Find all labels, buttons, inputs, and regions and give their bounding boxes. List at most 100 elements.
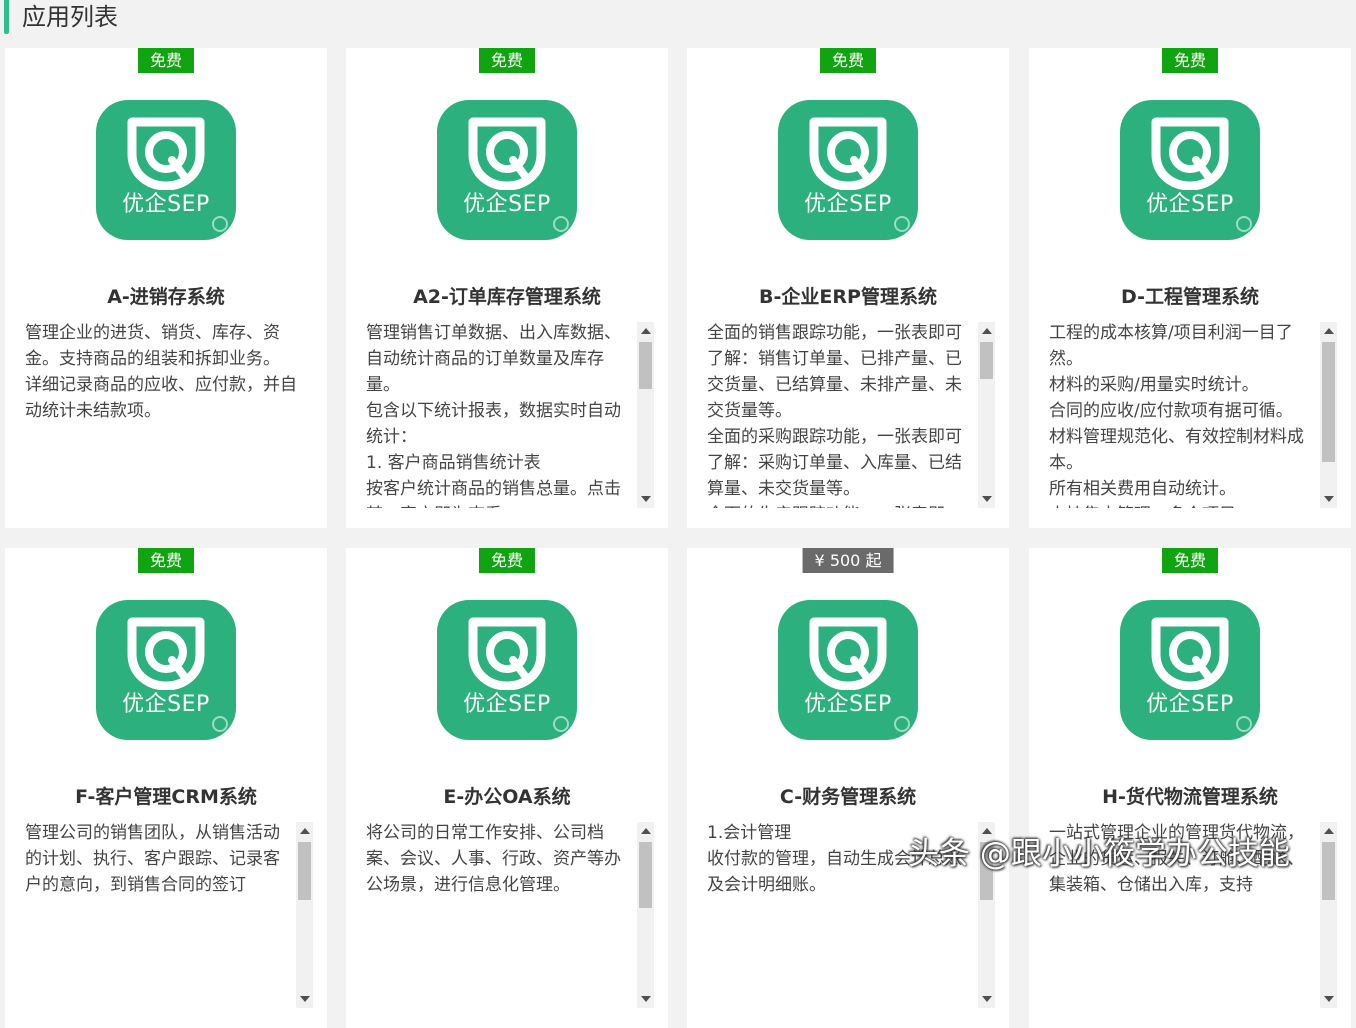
logo-text: 优企SEP (1146, 192, 1234, 217)
app-logo-icon (809, 617, 887, 690)
app-description: 工程的成本核算/项目利润一目了然。材料的采购/用量实时统计。合同的应收/应付款项… (1049, 320, 1311, 508)
scroll-down-arrow-icon[interactable] (300, 996, 310, 1002)
watermark-circle-icon (553, 716, 569, 732)
app-description: 管理企业的进货、销货、库存、资金。支持商品的组装和拆卸业务。 详细记录商品的应收、… (25, 320, 307, 424)
app-card[interactable]: 免费 优企SEP H-货代物流管理系统 一站式管理企业的管理货代物流，企业的货运、报关… (1029, 548, 1351, 1028)
watermark-circle-icon (212, 216, 228, 232)
scrollbar-thumb[interactable] (639, 342, 652, 389)
scrollbar-thumb[interactable] (1322, 842, 1335, 900)
description-scrollbar[interactable] (637, 822, 654, 1008)
description-line: 管理企业的进货、销货、库存、资金。支持商品的组装和拆卸业务。 (25, 323, 280, 369)
watermark-circle-icon (894, 716, 910, 732)
app-logo[interactable]: 优企SEP (778, 600, 918, 740)
app-title[interactable]: C-财务管理系统 (687, 782, 1009, 809)
app-card[interactable]: ¥ 500 起优企SEP C-财务管理系统 1.会计管理 收付款的管理，自动生成会计总… (687, 548, 1009, 1028)
app-description-box[interactable]: 全面的销售跟踪功能，一张表即可了解：销售订单量、已排产量、已交货量、已结算量、未… (707, 320, 999, 508)
app-card[interactable]: 免费优企SEP F-客户管理CRM系统管理公司的销售团队，从销售活动的计划、执行、… (5, 548, 327, 1028)
scroll-up-arrow-icon[interactable] (641, 328, 651, 334)
app-logo[interactable]: 优企SEP (1120, 100, 1260, 240)
scrollbar-thumb[interactable] (639, 842, 652, 908)
app-card[interactable]: 免费 优企SEP D-工程管理系统 工程的成本核算/项目利润一目了然。 材料的采购/用量… (1029, 48, 1351, 528)
free-badge: 免费 (478, 48, 536, 73)
app-description: 管理销售订单数据、出入库数据、自动统计商品的订单数量及库存量。包含以下统计报表，… (366, 320, 628, 508)
app-logo-icon (1151, 117, 1229, 190)
scroll-down-arrow-icon[interactable] (1324, 496, 1334, 502)
app-logo[interactable]: 优企SEP (96, 600, 236, 740)
app-description-box[interactable]: 将公司的日常工作安排、公司档案、会议、人事、行政、资产等办公场景，进行信息化管理… (366, 820, 658, 1008)
scroll-up-arrow-icon[interactable] (300, 828, 310, 834)
app-title[interactable]: D-工程管理系统 (1029, 282, 1351, 309)
watermark-circle-icon (1236, 216, 1252, 232)
description-line: 1. 客户商品销售统计表 (366, 453, 541, 473)
description-line: 按客户统计商品的销售总量。点击某一客户即为查看 (366, 479, 621, 508)
watermark-circle-icon (1236, 716, 1252, 732)
logo-text: 优企SEP (122, 692, 210, 717)
app-description-box[interactable]: 管理公司的销售团队，从销售活动的计划、执行、客户跟踪、记录客户的意向，到销售合同… (25, 820, 317, 1008)
app-logo[interactable]: 优企SEP (437, 100, 577, 240)
scroll-down-arrow-icon[interactable] (641, 496, 651, 502)
app-title[interactable]: F-客户管理CRM系统 (5, 782, 327, 809)
logo-text: 优企SEP (463, 192, 551, 217)
scroll-down-arrow-icon[interactable] (982, 496, 992, 502)
app-title[interactable]: E-办公OA系统 (346, 782, 668, 809)
scrollbar-thumb[interactable] (1322, 342, 1335, 462)
app-description-box: 管理企业的进货、销货、库存、资金。支持商品的组装和拆卸业务。 详细记录商品的应收、… (25, 320, 317, 508)
logo-text: 优企SEP (804, 692, 892, 717)
app-logo-icon (809, 117, 887, 190)
app-logo[interactable]: 优企SEP (778, 100, 918, 240)
scrollbar-thumb[interactable] (298, 842, 311, 900)
scroll-down-arrow-icon[interactable] (641, 996, 651, 1002)
app-logo[interactable]: 优企SEP (96, 100, 236, 240)
watermark-circle-icon (553, 216, 569, 232)
free-badge: 免费 (819, 48, 877, 73)
description-scrollbar[interactable] (978, 322, 995, 508)
scroll-up-arrow-icon[interactable] (1324, 328, 1334, 334)
scroll-up-arrow-icon[interactable] (1324, 828, 1334, 834)
scroll-down-arrow-icon[interactable] (1324, 996, 1334, 1002)
app-title[interactable]: B-企业ERP管理系统 (687, 282, 1009, 309)
app-logo-icon (468, 617, 546, 690)
app-description: 管理公司的销售团队，从销售活动的计划、执行、客户跟踪、记录客户的意向，到销售合同… (25, 820, 287, 898)
scroll-up-arrow-icon[interactable] (641, 828, 651, 834)
app-logo[interactable]: 优企SEP (1120, 600, 1260, 740)
logo-text: 优企SEP (804, 192, 892, 217)
description-line: 管理公司的销售团队，从销售活动的计划、执行、客户跟踪、记录客户的意向，到销售合同… (25, 823, 280, 895)
logo-text: 优企SEP (463, 692, 551, 717)
app-title[interactable]: A2-订单库存管理系统 (346, 282, 668, 309)
app-card[interactable]: 免费 优企SEP E-办公OA系统 将公司的日常工作安排、公司档案、会议、人事、行政、… (346, 548, 668, 1028)
description-line: 全面的采购跟踪功能，一张表即可了解：采购订单量、入库量、已结算量、未交货量等。 (707, 427, 962, 499)
description-line: 全面的生产跟踪功能，一张表即 (707, 502, 969, 508)
description-scrollbar[interactable] (1320, 322, 1337, 508)
watermark-circle-icon (894, 216, 910, 232)
app-card[interactable]: 免费优企SEP B-企业ERP管理系统全面的销售跟踪功能，一张表即可了解：销售订单… (687, 48, 1009, 528)
app-logo-icon (468, 117, 546, 190)
free-badge: 免费 (137, 48, 195, 73)
description-line: 工程的成本核算/项目利润一目了然。 (1049, 323, 1293, 369)
app-logo-icon (1151, 617, 1229, 690)
scroll-down-arrow-icon[interactable] (982, 996, 992, 1002)
description-line: 所有相关费用自动统计。 (1049, 479, 1236, 499)
logo-text: 优企SEP (122, 192, 210, 217)
scrollbar-thumb[interactable] (980, 342, 993, 379)
free-badge: 免费 (1161, 548, 1219, 573)
description-scrollbar[interactable] (637, 322, 654, 508)
description-scrollbar[interactable] (1320, 822, 1337, 1008)
price-badge: ¥ 500 起 (802, 548, 894, 573)
description-line: 包含以下统计报表，数据实时自动统计： (366, 401, 621, 447)
description-line: 详细记录商品的应收、应付款，并自动统计未结款项。 (25, 375, 297, 421)
app-title[interactable]: A-进销存系统 (5, 282, 327, 309)
app-title[interactable]: H-货代物流管理系统 (1029, 782, 1351, 809)
description-line: 合同的应收/应付款项有据可循。 (1049, 401, 1293, 421)
app-card[interactable]: 免费优企SEP A2-订单库存管理系统管理销售订单数据、出入库数据、自动统计商品的… (346, 48, 668, 528)
app-logo[interactable]: 优企SEP (437, 600, 577, 740)
app-description-box[interactable]: 工程的成本核算/项目利润一目了然。材料的采购/用量实时统计。合同的应收/应付款项… (1049, 320, 1341, 508)
app-description-box[interactable]: 管理销售订单数据、出入库数据、自动统计商品的订单数量及库存量。包含以下统计报表，… (366, 320, 658, 508)
scroll-up-arrow-icon[interactable] (982, 328, 992, 334)
free-badge: 免费 (137, 548, 195, 573)
description-line: 将公司的日常工作安排、公司档案、会议、人事、行政、资产等办公场景，进行信息化管理… (366, 823, 621, 895)
description-line: 材料的采购/用量实时统计。 (1049, 375, 1259, 395)
description-line: 管理销售订单数据、出入库数据、自动统计商品的订单数量及库存量。 (366, 323, 621, 395)
app-card[interactable]: 免费优企SEP A-进销存系统管理企业的进货、销货、库存、资金。支持商品的组装和拆… (5, 48, 327, 528)
app-logo-icon (127, 117, 205, 190)
description-scrollbar[interactable] (296, 822, 313, 1008)
